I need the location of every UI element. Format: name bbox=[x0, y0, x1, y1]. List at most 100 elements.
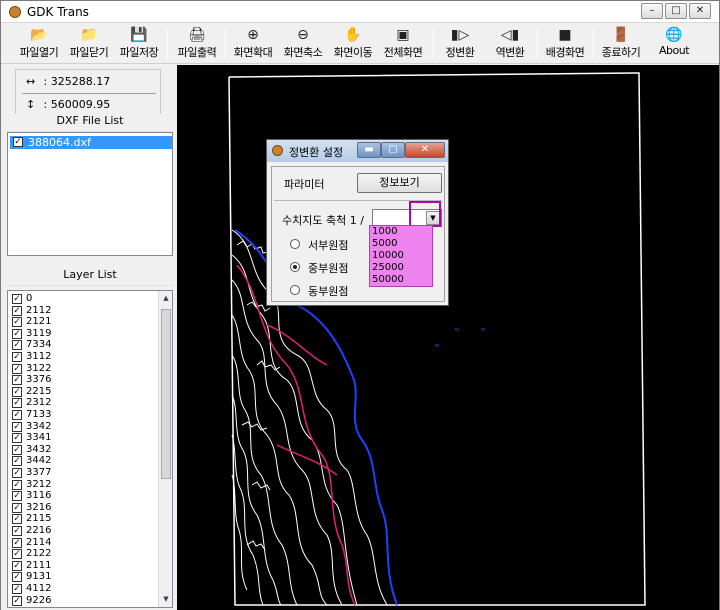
layer-item[interactable]: ✓ 2111 bbox=[12, 560, 51, 572]
central-origin-radio[interactable] bbox=[290, 262, 300, 272]
layer-checkbox[interactable]: ✓ bbox=[12, 328, 22, 339]
layer-checkbox[interactable]: ✓ bbox=[12, 410, 22, 420]
layer-item[interactable]: ✓ 2215 bbox=[12, 386, 51, 398]
layer-item[interactable]: ✓ 3119 bbox=[12, 328, 51, 340]
layer-checkbox[interactable]: ✓ bbox=[12, 433, 22, 444]
layer-item[interactable]: ✓ 2122 bbox=[12, 548, 51, 560]
exit-button[interactable]: 🚪 종료하기 bbox=[597, 26, 645, 62]
layer-checkbox[interactable]: ✓ bbox=[12, 468, 22, 478]
layer-checkbox[interactable]: ✓ bbox=[12, 514, 22, 525]
layer-item[interactable]: ✓ 9131 bbox=[12, 571, 51, 583]
open-file-button[interactable]: 📂 파일열기 bbox=[15, 26, 63, 62]
east-origin-radio[interactable] bbox=[290, 285, 300, 295]
layer-name: 3112 bbox=[26, 351, 52, 362]
close-button[interactable]: ✕ bbox=[689, 3, 711, 19]
layer-checkbox[interactable]: ✓ bbox=[12, 595, 22, 606]
full-screen-button[interactable]: ▣ 전체화면 bbox=[379, 26, 427, 62]
layer-checkbox[interactable]: ✓ bbox=[12, 421, 22, 432]
layer-item[interactable]: ✓ 3432 bbox=[12, 444, 51, 456]
dialog-title-bar[interactable]: 정변환 설정 ▬ ▢ ✕ bbox=[267, 140, 448, 162]
print-file-button[interactable]: 🖨 파일출력 bbox=[173, 26, 221, 62]
layer-item[interactable]: ✓ 3112 bbox=[12, 351, 51, 363]
scroll-thumb[interactable] bbox=[161, 309, 171, 479]
layer-item[interactable]: ✓ 3377 bbox=[12, 467, 51, 479]
layer-checkbox[interactable]: ✓ bbox=[12, 502, 22, 513]
minimize-button[interactable]: – bbox=[641, 3, 663, 19]
layer-checkbox[interactable]: ✓ bbox=[12, 386, 22, 397]
pan-button[interactable]: ✋ 화면이동 bbox=[329, 26, 377, 62]
map-scale-label: 수치지도 축척 1 / bbox=[282, 214, 364, 227]
layer-item[interactable]: ✓ 3116 bbox=[12, 490, 51, 502]
scale-option[interactable]: 25000 bbox=[372, 262, 404, 274]
layer-item[interactable]: ✓ 0 bbox=[12, 293, 32, 305]
layer-name: 3216 bbox=[26, 501, 52, 513]
layer-list[interactable]: ✓ 0 ✓ 2112 ✓ 2121 ✓ 3119 ✓ 7334 ✓ 3112 ✓ 3122 ✓ 3376 ✓ 22… bbox=[7, 290, 173, 608]
layer-item[interactable]: ✓ 2216 bbox=[12, 525, 51, 537]
layer-item[interactable]: ✓ 2312 bbox=[12, 397, 51, 409]
scale-option[interactable]: 10000 bbox=[372, 250, 404, 262]
layer-item[interactable]: ✓ 7334 bbox=[12, 339, 51, 351]
layer-item[interactable]: ✓ 3122 bbox=[12, 363, 51, 375]
layer-item[interactable]: ✓ 2121 bbox=[12, 316, 51, 328]
layer-item[interactable]: ✓ 3442 bbox=[12, 455, 51, 467]
inverse-transform-button[interactable]: ◁▮ 역변환 bbox=[489, 26, 531, 62]
west-origin-radio[interactable] bbox=[290, 239, 300, 249]
layer-checkbox[interactable]: ✓ bbox=[12, 363, 22, 374]
scale-option[interactable]: 50000 bbox=[372, 274, 404, 286]
layer-item[interactable]: ✓ 2115 bbox=[12, 513, 51, 525]
dialog-maximize-button[interactable]: ▢ bbox=[381, 142, 405, 158]
layer-checkbox[interactable]: ✓ bbox=[12, 317, 22, 328]
forward-transform-button[interactable]: ▮▷ 정변환 bbox=[439, 26, 481, 62]
layer-checkbox[interactable]: ✓ bbox=[12, 584, 22, 594]
dialog-close-button[interactable]: ✕ bbox=[405, 142, 445, 158]
close-file-button[interactable]: 📁 파일닫기 bbox=[65, 26, 113, 62]
layer-checkbox[interactable]: ✓ bbox=[12, 526, 22, 536]
layer-item[interactable]: ✓ 3376 bbox=[12, 374, 51, 386]
layer-checkbox[interactable]: ✓ bbox=[12, 340, 22, 351]
file-checkbox[interactable]: ✓ bbox=[13, 137, 23, 147]
scroll-up-arrow-icon[interactable]: ▲ bbox=[160, 292, 172, 305]
layer-item[interactable]: ✓ 7133 bbox=[12, 409, 51, 421]
layer-item[interactable]: ✓ 2114 bbox=[12, 537, 51, 549]
view-info-button[interactable]: 정보보기 bbox=[357, 173, 442, 193]
background-button[interactable]: ■ 배경화면 bbox=[541, 26, 589, 62]
map-scale-dropdown-list[interactable]: 1000 5000 10000 25000 50000 bbox=[369, 225, 433, 287]
layer-checkbox[interactable]: ✓ bbox=[12, 479, 22, 490]
svg-text:▫: ▫ bbox=[435, 342, 439, 349]
scale-option[interactable]: 5000 bbox=[372, 238, 397, 250]
layer-item[interactable]: ✓ 3341 bbox=[12, 432, 51, 444]
layer-checkbox[interactable]: ✓ bbox=[12, 491, 22, 502]
layer-checkbox[interactable]: ✓ bbox=[12, 375, 22, 386]
maximize-button[interactable]: □ bbox=[665, 3, 687, 19]
layer-name: 2115 bbox=[26, 513, 52, 525]
layer-checkbox[interactable]: ✓ bbox=[12, 398, 22, 409]
layer-checkbox[interactable]: ✓ bbox=[12, 560, 22, 571]
layer-checkbox[interactable]: ✓ bbox=[12, 572, 22, 583]
layer-item[interactable]: ✓ 3216 bbox=[12, 502, 51, 514]
dxf-file-list[interactable]: ✓ 388064.dxf bbox=[7, 132, 173, 256]
layer-item[interactable]: ✓ 4112 bbox=[12, 583, 51, 595]
layer-checkbox[interactable]: ✓ bbox=[12, 444, 22, 455]
layer-checkbox[interactable]: ✓ bbox=[12, 537, 22, 548]
layer-item[interactable]: ✓ 3212 bbox=[12, 479, 51, 491]
about-button[interactable]: 🌐 About bbox=[653, 26, 695, 62]
layer-checkbox[interactable]: ✓ bbox=[12, 294, 22, 304]
layer-list-scrollbar[interactable]: ▲ ▼ bbox=[158, 291, 172, 607]
app-window: GDK Trans – □ ✕ 📂 파일열기 📁 파일닫기 💾 파일저장 🖨 파… bbox=[0, 0, 720, 610]
save-file-button[interactable]: 💾 파일저장 bbox=[115, 26, 163, 62]
scale-option[interactable]: 1000 bbox=[372, 226, 397, 238]
layer-checkbox[interactable]: ✓ bbox=[12, 352, 22, 362]
layer-item[interactable]: ✓ 3342 bbox=[12, 421, 51, 433]
dxf-file-item[interactable]: ✓ 388064.dxf bbox=[10, 136, 172, 149]
layer-item[interactable]: ✓ 2112 bbox=[12, 305, 51, 317]
layer-checkbox[interactable]: ✓ bbox=[12, 549, 22, 560]
zoom-out-button[interactable]: ⊖ 화면축소 bbox=[279, 26, 327, 62]
layer-checkbox[interactable]: ✓ bbox=[12, 456, 22, 467]
layer-item[interactable]: ✓ 9226 bbox=[12, 595, 51, 607]
zoom-in-button[interactable]: ⊕ 화면확대 bbox=[229, 26, 277, 62]
dialog-minimize-button[interactable]: ▬ bbox=[357, 142, 381, 158]
scroll-down-arrow-icon[interactable]: ▼ bbox=[160, 593, 172, 606]
about-icon: 🌐 bbox=[665, 27, 683, 43]
layer-checkbox[interactable]: ✓ bbox=[12, 305, 22, 316]
title-bar[interactable]: GDK Trans – □ ✕ bbox=[1, 1, 719, 23]
